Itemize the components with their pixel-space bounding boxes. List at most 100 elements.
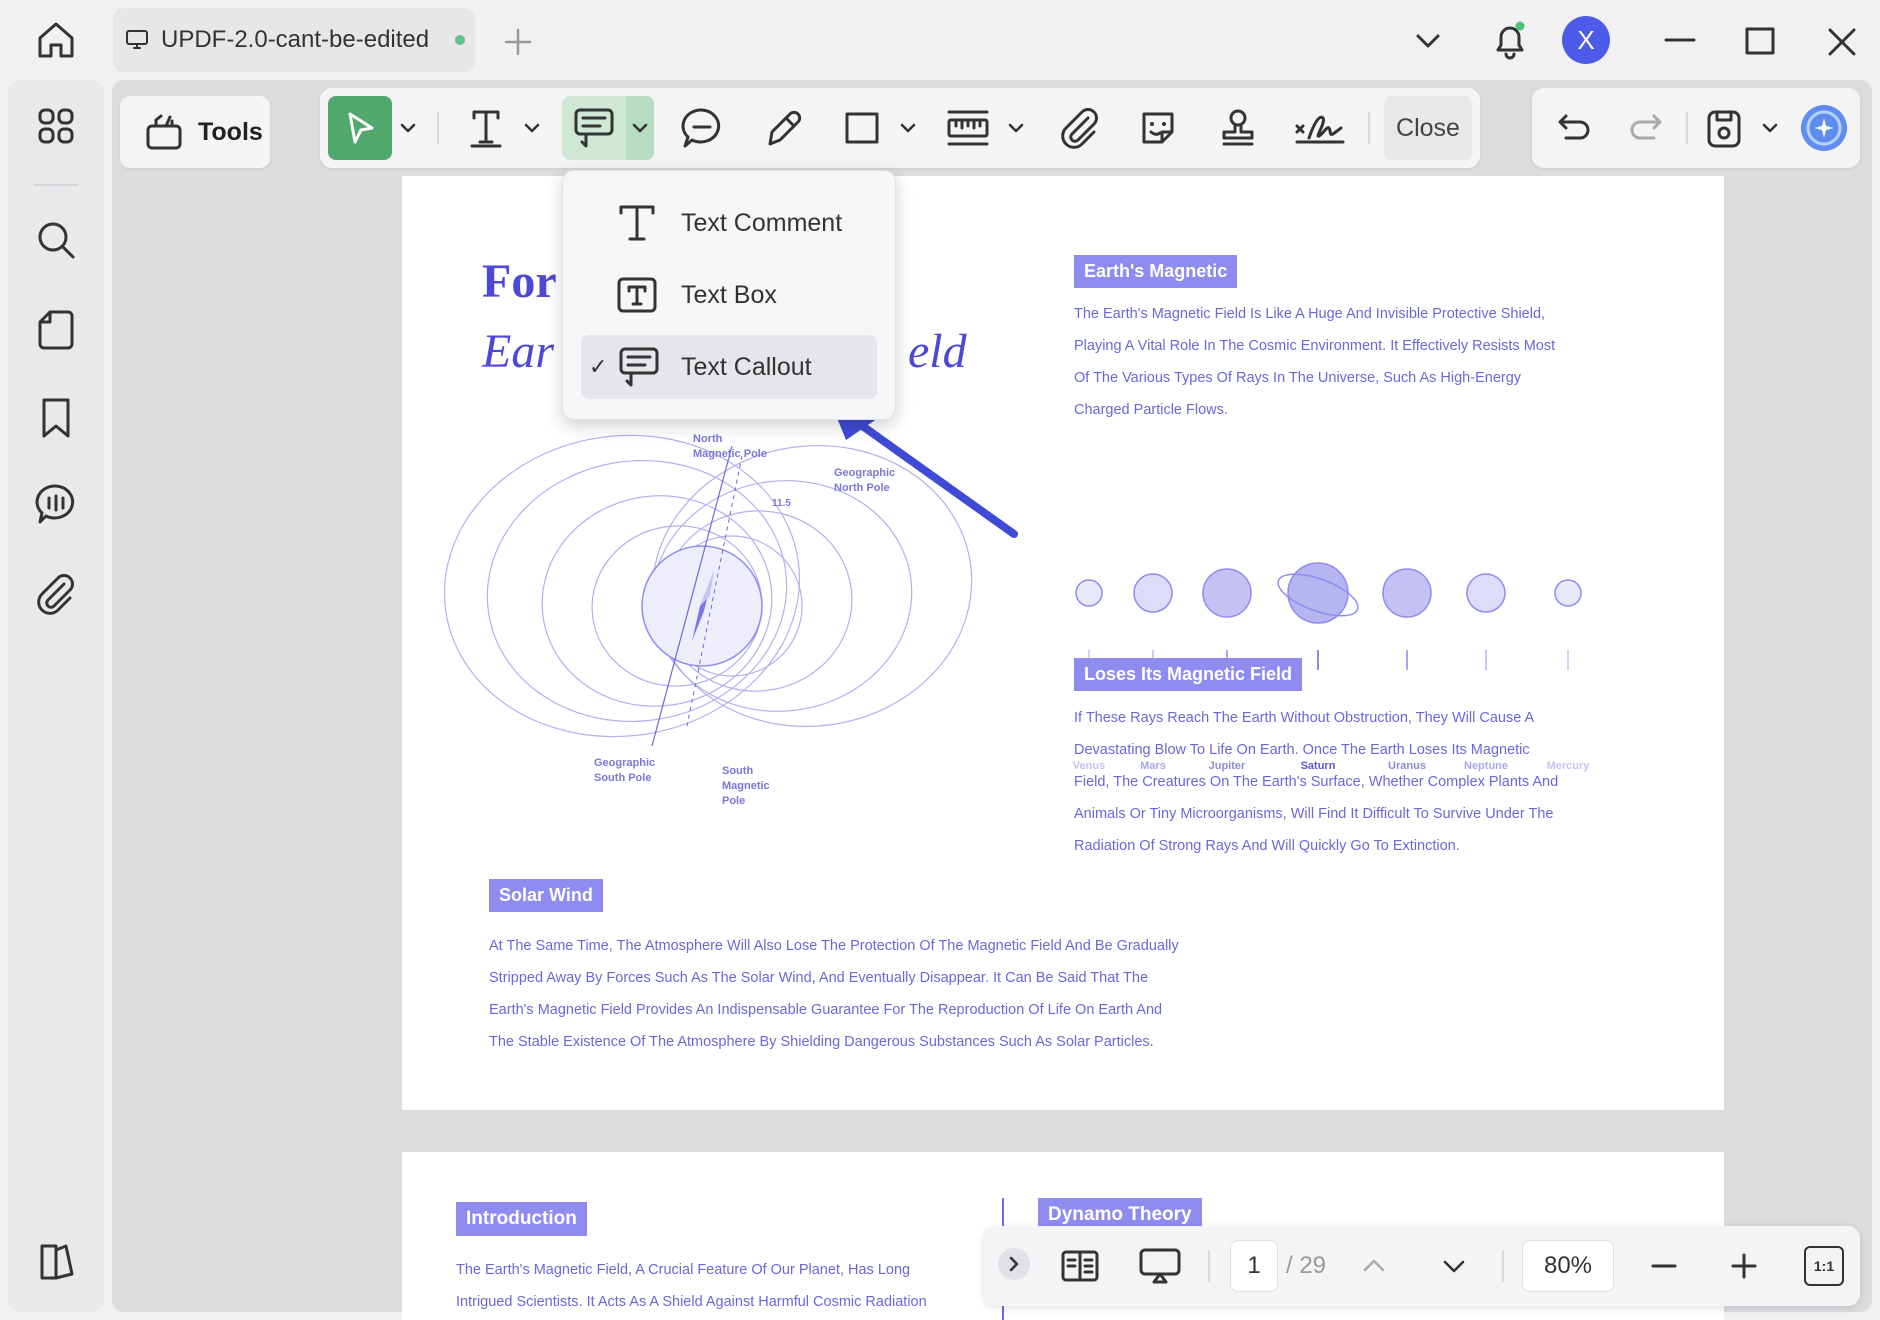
attachment-tool[interactable] [1056, 104, 1104, 152]
menu-item-text-box[interactable]: Text Box [581, 263, 877, 327]
chevron-up-icon [1363, 1259, 1385, 1272]
paragraph-solar-wind: At The Same Time, The Atmosphere Will Al… [489, 930, 1179, 1058]
section-heading-introduction: Introduction [456, 1202, 587, 1236]
north-magnetic-pole-label: North Magnetic Pole [693, 433, 767, 460]
pencil-icon [768, 110, 802, 146]
maximize-button[interactable] [1740, 22, 1780, 62]
plus-icon [1731, 1253, 1757, 1279]
menu-item-text-comment[interactable]: Text Comment [581, 191, 877, 255]
close-icon [1828, 28, 1856, 56]
section-heading-earths-magnetic: Earth's Magnetic [1074, 255, 1238, 288]
redo-button[interactable] [1622, 104, 1670, 152]
shape-tool-dropdown[interactable] [896, 116, 920, 140]
grid-icon [38, 108, 74, 144]
notifications-button[interactable] [1488, 18, 1532, 62]
paragraph-line: At The Same Time, The Atmosphere Will Al… [489, 938, 1179, 954]
new-tab-button[interactable] [500, 24, 536, 60]
signature-tool[interactable] [1292, 104, 1348, 152]
chevron-down-icon [632, 123, 648, 133]
measure-tool[interactable] [944, 104, 992, 152]
stamp-tool[interactable] [1214, 104, 1262, 152]
minimize-button[interactable] [1660, 22, 1700, 62]
zoom-out-button[interactable] [1644, 1246, 1684, 1286]
toolbox-icon [146, 114, 182, 150]
paragraph-line: Earth's Magnetic Field Provides An Indis… [489, 1002, 1163, 1018]
paragraph-line: Devastating Blow To Life On Earth. Once … [1074, 742, 1530, 758]
previous-page-button[interactable] [1356, 1248, 1392, 1284]
toolbar-separator [1502, 1250, 1504, 1282]
select-tool[interactable] [328, 96, 392, 160]
tools-button[interactable]: Tools [120, 96, 270, 168]
sidebar-divider [34, 184, 78, 186]
next-page-button[interactable] [1436, 1248, 1472, 1284]
actual-size-label: 1:1 [1813, 1258, 1835, 1274]
paragraph-line: Charged Particle Flows. [1074, 402, 1228, 418]
pencil-tool[interactable] [760, 104, 808, 152]
tools-label: Tools [198, 117, 263, 146]
text-tool[interactable] [462, 104, 510, 152]
maximize-icon [1745, 27, 1775, 55]
section-heading-solar-wind: Solar Wind [489, 879, 603, 912]
page-icon [38, 310, 74, 350]
zoom-level-field[interactable]: 80% [1522, 1240, 1614, 1292]
text-comment-menu: Text Comment Text Box ✓ Text Callout [562, 170, 896, 420]
menu-item-label: Text Callout [681, 352, 812, 381]
palette-book-icon [40, 1244, 74, 1280]
current-page-input[interactable]: 1 [1230, 1240, 1278, 1292]
measure-tool-dropdown[interactable] [1004, 116, 1028, 140]
ai-assistant-button[interactable] [1798, 102, 1850, 154]
planet-jupiter [1202, 568, 1252, 618]
toolbar-separator [1368, 112, 1370, 144]
menu-item-label: Text Box [681, 280, 777, 309]
sidebar-item-apps[interactable] [34, 104, 78, 148]
tilt-angle-label: 11.5 [772, 498, 791, 509]
text-comment-dropdown[interactable] [626, 96, 654, 160]
planet-mars [1133, 573, 1173, 613]
sidebar-item-bookmarks[interactable] [34, 396, 78, 440]
save-button[interactable] [1700, 104, 1748, 152]
geographic-south-pole-label: Geographic South Pole [594, 757, 656, 784]
text-tool-dropdown[interactable] [520, 116, 544, 140]
shape-tool[interactable] [838, 104, 886, 152]
chevron-down-icon [1416, 34, 1440, 48]
search-icon [38, 222, 75, 259]
sidebar-item-comments[interactable] [34, 482, 78, 526]
comment-list-icon [35, 484, 75, 524]
signature-icon [1295, 115, 1345, 144]
checkmark-icon: ✓ [589, 354, 608, 379]
document-tab[interactable]: UPDF-2.0-cant-be-edited [113, 8, 475, 72]
south-magnetic-pole-label: South Magnetic Pole [722, 765, 770, 807]
close-window-button[interactable] [1822, 22, 1862, 62]
close-toolbar-button[interactable]: Close [1384, 96, 1472, 160]
paragraph-line: The Earth's Magnetic Field, A Crucial Fe… [456, 1262, 911, 1278]
tab-list-button[interactable] [1410, 26, 1446, 56]
menu-item-text-callout[interactable]: ✓ Text Callout [581, 335, 877, 399]
slideshow-icon [1139, 1248, 1181, 1284]
sidebar-item-themes[interactable] [34, 1240, 78, 1284]
paragraph-line: Animals Or Tiny Microorganisms, Will Fin… [1074, 806, 1554, 822]
undo-button[interactable] [1550, 104, 1598, 152]
text-callout-icon [619, 347, 659, 387]
page-layout-button[interactable] [1056, 1242, 1104, 1290]
paragraph-line: The Stable Existence Of The Atmosphere B… [489, 1034, 1154, 1050]
sidebar-item-search[interactable] [34, 218, 78, 262]
select-tool-dropdown[interactable] [396, 116, 420, 140]
paragraph-line: Stripped Away By Forces Such As The Sola… [489, 970, 1149, 986]
presentation-button[interactable] [1136, 1242, 1184, 1290]
home-button[interactable] [34, 18, 78, 62]
sticky-note-tool[interactable] [678, 104, 726, 152]
user-avatar[interactable]: X [1562, 16, 1610, 64]
planet-neptune [1466, 573, 1506, 613]
rectangle-icon [845, 112, 879, 144]
sidebar-item-pages[interactable] [34, 308, 78, 352]
paragraph-loses-magnetic-field: If These Rays Reach The Earth Without Ob… [1074, 702, 1558, 862]
sidebar-item-attachments[interactable] [34, 572, 78, 616]
save-dropdown[interactable] [1758, 116, 1782, 140]
zoom-in-button[interactable] [1724, 1246, 1764, 1286]
actual-size-button[interactable]: 1:1 [1804, 1246, 1844, 1286]
plus-icon [504, 28, 532, 56]
expand-toolbar-button[interactable] [998, 1248, 1030, 1280]
planet-saturn [1287, 562, 1349, 624]
paperclip-icon [1061, 108, 1098, 149]
sticker-tool[interactable] [1134, 104, 1182, 152]
